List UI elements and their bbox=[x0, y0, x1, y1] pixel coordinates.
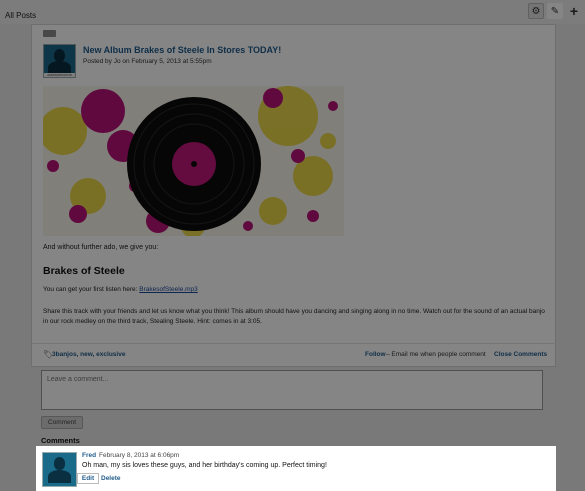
commenter-avatar[interactable] bbox=[42, 452, 77, 487]
post-card: ADMINISTRATOR New Album Brakes of Steele… bbox=[31, 24, 557, 367]
page-title: All Posts bbox=[5, 11, 37, 20]
comment-submit-button[interactable]: Comment bbox=[41, 416, 83, 429]
listen-prefix: You can get your first listen here: bbox=[43, 286, 140, 293]
post-heading: Brakes of Steele bbox=[43, 265, 125, 277]
comment-text: Oh man, my sis loves these guys, and her… bbox=[82, 462, 327, 469]
post-type-badge bbox=[43, 30, 56, 37]
post-intro: And without further ado, we give you: bbox=[43, 244, 159, 251]
app-root: All Posts ⚙ ✎ + ADMINISTRATOR New Album … bbox=[0, 0, 585, 491]
top-bar: All Posts ⚙ ✎ + bbox=[0, 0, 585, 24]
post-body-text: Share this track with your friends and l… bbox=[43, 308, 545, 325]
mp3-link[interactable]: BrakesofSteele.mp3 bbox=[139, 286, 198, 293]
avatar-label: ADMINISTRATOR bbox=[44, 73, 75, 77]
listen-line: You can get your first listen here: Brak… bbox=[43, 286, 198, 293]
comment-item: Fred February 8, 2013 at 6:06pm Oh man, … bbox=[36, 446, 556, 491]
post-tags[interactable]: 3banjos, new, exclusive bbox=[52, 351, 125, 358]
comments-heading: Comments bbox=[41, 436, 80, 445]
follow-link[interactable]: Follow bbox=[365, 351, 386, 358]
author-avatar[interactable]: ADMINISTRATOR bbox=[43, 44, 76, 78]
plus-icon: + bbox=[569, 3, 579, 19]
close-comments-link[interactable]: Close Comments bbox=[494, 351, 547, 358]
comment-delete-button[interactable]: Delete bbox=[101, 475, 121, 482]
add-button[interactable]: + bbox=[566, 3, 582, 19]
comment-date: February 8, 2013 at 6:06pm bbox=[99, 452, 180, 459]
comment-input[interactable] bbox=[41, 370, 543, 410]
post-title[interactable]: New Album Brakes of Steele In Stores TOD… bbox=[83, 45, 281, 55]
pencil-icon: ✎ bbox=[550, 5, 560, 17]
comment-author[interactable]: Fred bbox=[82, 452, 96, 459]
edit-button[interactable]: ✎ bbox=[547, 3, 563, 19]
post-footer: 🏷 3banjos, new, exclusive Follow – Email… bbox=[32, 343, 557, 367]
follow-description: – Email me when people comment bbox=[386, 351, 486, 358]
gear-icon: ⚙ bbox=[531, 5, 541, 17]
album-cover-image bbox=[43, 86, 344, 236]
settings-button[interactable]: ⚙ bbox=[528, 3, 544, 19]
post-meta: Posted by Jo on February 5, 2013 at 5:55… bbox=[83, 58, 212, 65]
comment-edit-button[interactable]: Edit bbox=[77, 473, 99, 484]
